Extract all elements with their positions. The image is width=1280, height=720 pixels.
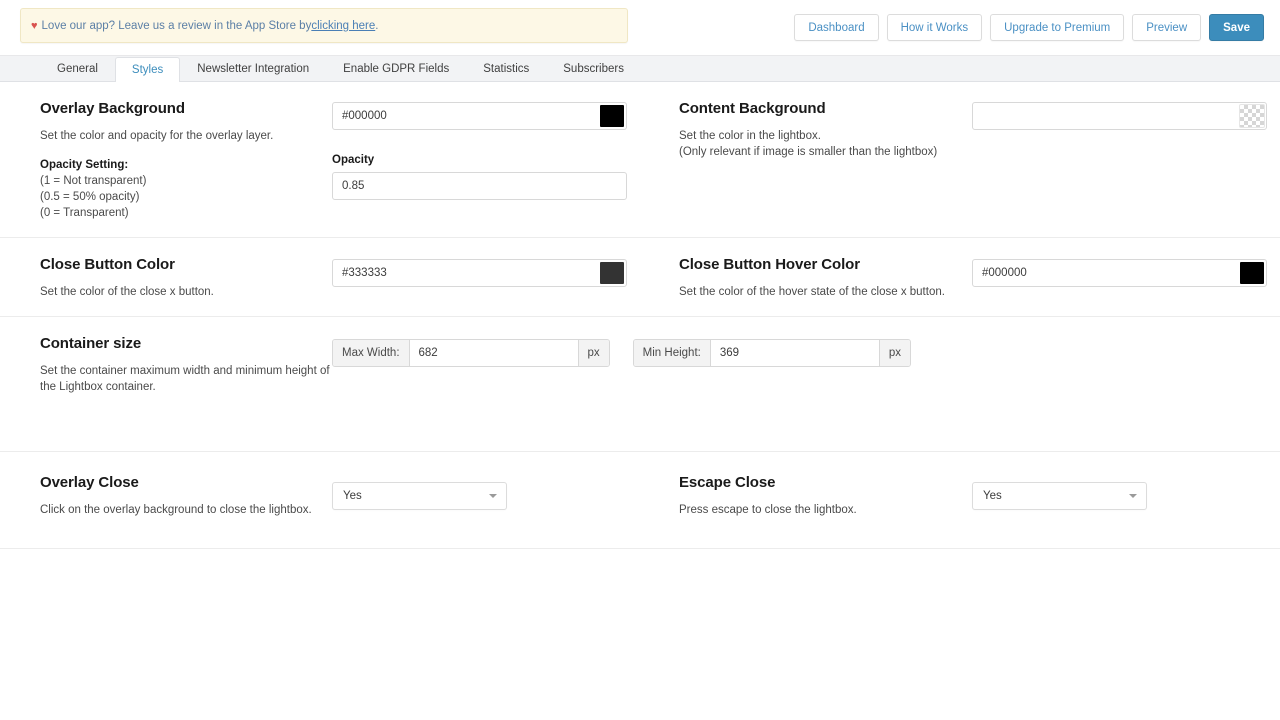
close-button-hover-color-fields xyxy=(972,256,1280,300)
close-button-color-swatch[interactable] xyxy=(599,261,625,285)
max-width-label: Max Width: xyxy=(333,340,410,366)
how-it-works-button[interactable]: How it Works xyxy=(886,14,983,41)
overlay-background-fields: Opacity xyxy=(332,100,640,221)
max-width-group: Max Width: px xyxy=(332,339,610,367)
tab-list: General Styles Newsletter Integration En… xyxy=(40,55,641,82)
setting-overlay-close: Overlay Close Click on the overlay backg… xyxy=(0,474,640,518)
close-button-color-fields xyxy=(332,256,640,300)
overlay-opacity-label: Opacity xyxy=(332,154,375,166)
setting-close-button-hover-color: Close Button Hover Color Set the color o… xyxy=(640,256,1280,300)
container-size-description-line-2: the Lightbox container. xyxy=(40,381,156,393)
close-button-color-wrap xyxy=(332,259,627,287)
close-button-color-input[interactable] xyxy=(332,259,627,287)
dashboard-button[interactable]: Dashboard xyxy=(794,14,879,41)
overlay-opacity-input[interactable] xyxy=(332,172,627,200)
review-notice-link[interactable]: clicking here xyxy=(311,20,375,32)
close-button-color-title: Close Button Color xyxy=(40,256,175,273)
close-button-hover-color-swatch[interactable] xyxy=(1239,261,1265,285)
tab-enable-gdpr-fields[interactable]: Enable GDPR Fields xyxy=(326,56,466,81)
escape-close-fields: Yes xyxy=(972,474,1280,518)
min-height-unit: px xyxy=(878,340,910,366)
settings-row-close-behavior: Overlay Close Click on the overlay backg… xyxy=(0,452,1280,549)
tab-statistics[interactable]: Statistics xyxy=(466,56,546,81)
escape-close-title: Escape Close xyxy=(679,474,776,491)
overlay-background-color-input[interactable] xyxy=(332,102,627,130)
escape-close-description: Press escape to close the lightbox. xyxy=(679,504,857,516)
heart-icon: ♥ xyxy=(31,19,38,32)
overlay-close-fields: Yes xyxy=(332,474,640,518)
container-size-labels: Container size Set the container maximum… xyxy=(40,335,332,395)
content-background-labels: Content Background Set the color in the … xyxy=(679,100,972,221)
review-notice-text-after: . xyxy=(375,19,379,32)
tab-subscribers[interactable]: Subscribers xyxy=(546,56,641,81)
close-button-hover-color-labels: Close Button Hover Color Set the color o… xyxy=(679,256,972,300)
settings-row-container-size: Container size Set the container maximum… xyxy=(0,317,1280,452)
overlay-opacity-help-line-2: (0.5 = 50% opacity) xyxy=(40,191,140,203)
close-button-hover-color-description: Set the color of the hover state of the … xyxy=(679,286,945,298)
content-background-color-input[interactable] xyxy=(972,102,1267,130)
settings-row-backgrounds: Overlay Background Set the color and opa… xyxy=(0,82,1280,238)
close-button-hover-color-title: Close Button Hover Color xyxy=(679,256,860,273)
escape-close-select-wrap: Yes xyxy=(972,482,1147,510)
tab-general[interactable]: General xyxy=(40,56,115,81)
overlay-background-color-swatch[interactable] xyxy=(599,104,625,128)
overlay-close-title: Overlay Close xyxy=(40,474,139,491)
max-width-unit: px xyxy=(577,340,609,366)
min-height-label: Min Height: xyxy=(633,340,711,366)
close-button-color-description: Set the color of the close x button. xyxy=(40,286,214,298)
content-background-title: Content Background xyxy=(679,100,826,117)
setting-escape-close: Escape Close Press escape to close the l… xyxy=(640,474,1280,518)
review-notice-text-before: Love our app? Leave us a review in the A… xyxy=(41,19,312,32)
container-size-description-line-1: Set the container maximum width and mini… xyxy=(40,365,330,377)
min-height-group: Min Height: px xyxy=(632,339,911,367)
review-notice: ♥ Love our app? Leave us a review in the… xyxy=(20,8,628,43)
tab-styles[interactable]: Styles xyxy=(114,57,181,82)
overlay-close-select[interactable]: Yes xyxy=(332,482,507,510)
close-button-hover-color-input[interactable] xyxy=(972,259,1267,287)
preview-button[interactable]: Preview xyxy=(1132,14,1202,41)
overlay-close-description: Click on the overlay background to close… xyxy=(40,504,312,516)
setting-content-background: Content Background Set the color in the … xyxy=(640,100,1280,221)
content-background-description-line-2: (Only relevant if image is smaller than … xyxy=(679,146,938,158)
overlay-opacity-help-line-1: (1 = Not transparent) xyxy=(40,175,147,187)
overlay-close-labels: Overlay Close Click on the overlay backg… xyxy=(40,474,332,518)
min-height-input[interactable] xyxy=(710,340,879,366)
content-background-description-line-1: Set the color in the lightbox. xyxy=(679,130,821,142)
content-background-color-wrap xyxy=(972,102,1267,130)
container-size-fields: Max Width: px Min Height: px xyxy=(332,335,911,395)
close-button-hover-color-wrap xyxy=(972,259,1267,287)
overlay-background-color-wrap xyxy=(332,102,627,130)
max-width-input[interactable] xyxy=(409,340,578,366)
settings-row-close-button-colors: Close Button Color Set the color of the … xyxy=(0,238,1280,317)
overlay-opacity-help-title: Opacity Setting: xyxy=(40,159,129,171)
overlay-opacity-help-line-3: (0 = Transparent) xyxy=(40,207,129,219)
overlay-background-title: Overlay Background xyxy=(40,100,185,117)
header-actions: Dashboard How it Works Upgrade to Premiu… xyxy=(794,14,1264,41)
overlay-opacity-help: Opacity Setting: (1 = Not transparent) (… xyxy=(40,157,332,221)
tab-newsletter-integration[interactable]: Newsletter Integration xyxy=(180,56,326,81)
upgrade-to-premium-button[interactable]: Upgrade to Premium xyxy=(990,14,1125,41)
close-button-color-labels: Close Button Color Set the color of the … xyxy=(40,256,332,300)
overlay-opacity-group: Opacity xyxy=(332,154,640,200)
escape-close-select[interactable]: Yes xyxy=(972,482,1147,510)
overlay-close-select-wrap: Yes xyxy=(332,482,507,510)
styles-settings-content: Overlay Background Set the color and opa… xyxy=(0,82,1280,549)
setting-close-button-color: Close Button Color Set the color of the … xyxy=(0,256,640,300)
save-button[interactable]: Save xyxy=(1209,14,1264,41)
content-background-fields xyxy=(972,100,1280,221)
tab-strip: General Styles Newsletter Integration En… xyxy=(0,56,1280,82)
top-bar: ♥ Love our app? Leave us a review in the… xyxy=(0,0,1280,56)
setting-overlay-background: Overlay Background Set the color and opa… xyxy=(0,100,640,221)
overlay-background-labels: Overlay Background Set the color and opa… xyxy=(40,100,332,221)
escape-close-labels: Escape Close Press escape to close the l… xyxy=(679,474,972,518)
container-size-title: Container size xyxy=(40,335,142,352)
content-background-color-swatch[interactable] xyxy=(1239,104,1265,128)
setting-container-size: Container size Set the container maximum… xyxy=(0,335,911,395)
overlay-background-description: Set the color and opacity for the overla… xyxy=(40,130,274,142)
